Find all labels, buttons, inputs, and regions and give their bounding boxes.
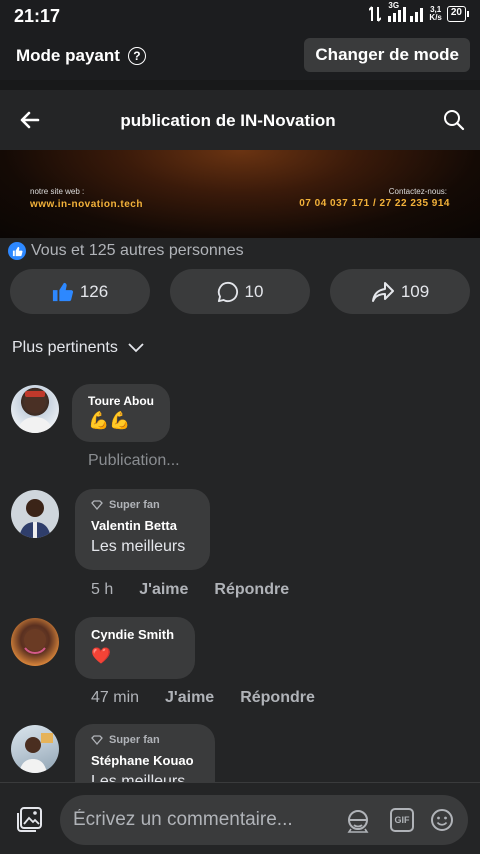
comment-time: 5 h <box>91 581 114 598</box>
reactions-summary[interactable]: Vous et 125 autres personnes <box>8 242 244 260</box>
comment-author[interactable]: Valentin Betta <box>91 518 194 533</box>
comment-count: 10 <box>244 281 264 301</box>
comment-bubble[interactable]: Toure Abou 💪💪 <box>72 384 170 442</box>
banner-site-label: notre site web : <box>30 187 85 196</box>
comment-actions: 5 h J'aime Répondre <box>91 581 289 599</box>
status-icons: 3G 3,1 K/s 20 <box>369 1 470 22</box>
comment-composer-bar: GIF <box>0 782 480 854</box>
like-button[interactable]: 126 <box>10 269 150 314</box>
banner-site-url: www.in-novation.tech <box>30 199 143 210</box>
banner-contact-label: Contactez-nous: <box>388 187 447 196</box>
thumbs-up-icon <box>52 282 73 301</box>
comment-button[interactable]: 10 <box>170 269 310 314</box>
comment-like-button[interactable]: J'aime <box>139 581 188 599</box>
network-speed-unit: K/s <box>429 13 442 22</box>
help-icon[interactable]: ? <box>127 47 146 65</box>
post-header: publication de IN-Novation <box>0 90 480 150</box>
comment-time: 47 min <box>91 689 140 706</box>
data-transfer-icon <box>369 6 382 22</box>
search-icon[interactable] <box>442 108 466 132</box>
super-fan-badge: Super fan <box>91 734 199 746</box>
battery-icon: 20 <box>446 6 470 22</box>
reactions-summary-text: Vous et 125 autres personnes <box>31 242 244 259</box>
comment-like-button[interactable]: J'aime <box>165 689 214 707</box>
avatar-photo <box>17 391 53 433</box>
super-fan-badge: Super fan <box>91 499 194 511</box>
comment-author[interactable]: Toure Abou <box>88 394 154 408</box>
comment-input[interactable] <box>73 795 333 845</box>
comment-input-container[interactable]: GIF <box>60 795 468 845</box>
network-type: 3G <box>388 1 400 10</box>
banner-phones: 07 04 037 171 / 27 22 235 914 <box>299 198 450 209</box>
avatar[interactable] <box>11 385 59 433</box>
mode-bar: Mode payant ? Changer de mode <box>0 30 480 80</box>
avatar-photo <box>24 629 46 655</box>
share-button[interactable]: 109 <box>330 269 470 314</box>
post-image-banner[interactable]: notre site web : www.in-novation.tech Co… <box>0 150 480 238</box>
comment-text: Les meilleurs <box>91 538 186 555</box>
status-bar: 21:17 3G 3,1 K/s 20 <box>0 0 480 30</box>
avatar-photo <box>19 499 51 538</box>
avatar[interactable] <box>11 618 59 666</box>
comment-text: 💪💪 <box>88 411 131 430</box>
super-fan-label: Super fan <box>109 734 160 746</box>
comment-pending-status: Publication... <box>88 452 180 469</box>
diamond-icon <box>91 735 103 745</box>
comment-bubble[interactable]: Cyndie Smith ❤️ <box>75 617 195 679</box>
comment-bubble[interactable]: Super fan Valentin Betta Les meilleurs <box>75 489 210 570</box>
share-count: 109 <box>400 281 430 301</box>
sort-label: Plus pertinents <box>12 339 118 356</box>
like-badge-icon <box>8 242 26 260</box>
diamond-icon <box>91 500 103 510</box>
avatar-photo <box>19 733 53 773</box>
super-fan-label: Super fan <box>109 499 160 511</box>
comment-text: ❤️ <box>91 648 111 665</box>
comment-icon <box>217 281 238 302</box>
network-speed: 3,1 K/s <box>429 6 441 22</box>
comment-actions: 47 min J'aime Répondre <box>91 689 315 707</box>
comment-author[interactable]: Stéphane Kouao <box>91 753 199 768</box>
mode-label: Mode payant ? <box>16 46 146 66</box>
avatar[interactable] <box>11 725 59 773</box>
comment-sort-dropdown[interactable]: Plus pertinents <box>12 339 144 357</box>
page-title: publication de IN-Novation <box>120 111 336 130</box>
gif-icon[interactable]: GIF <box>390 808 414 832</box>
comment-author[interactable]: Cyndie Smith <box>91 627 179 642</box>
comment-reply-button[interactable]: Répondre <box>214 581 289 599</box>
mode-label-text: Mode payant <box>16 46 120 65</box>
comment-text: Les meilleurs <box>91 773 186 782</box>
avatar[interactable] <box>11 490 59 538</box>
like-count: 126 <box>79 281 109 301</box>
comment-bubble[interactable]: Super fan Stéphane Kouao Les meilleurs <box>75 724 215 782</box>
emoji-icon[interactable] <box>430 808 454 832</box>
photo-icon[interactable] <box>16 805 44 833</box>
status-time: 21:17 <box>14 6 61 26</box>
avatar-sticker-icon[interactable] <box>345 808 371 834</box>
share-icon <box>371 281 394 302</box>
chevron-down-icon <box>128 343 144 353</box>
change-mode-button[interactable]: Changer de mode <box>304 38 470 72</box>
signal-3g-icon: 3G <box>386 1 424 22</box>
separator <box>0 80 480 90</box>
comment-reply-button[interactable]: Répondre <box>240 689 315 707</box>
